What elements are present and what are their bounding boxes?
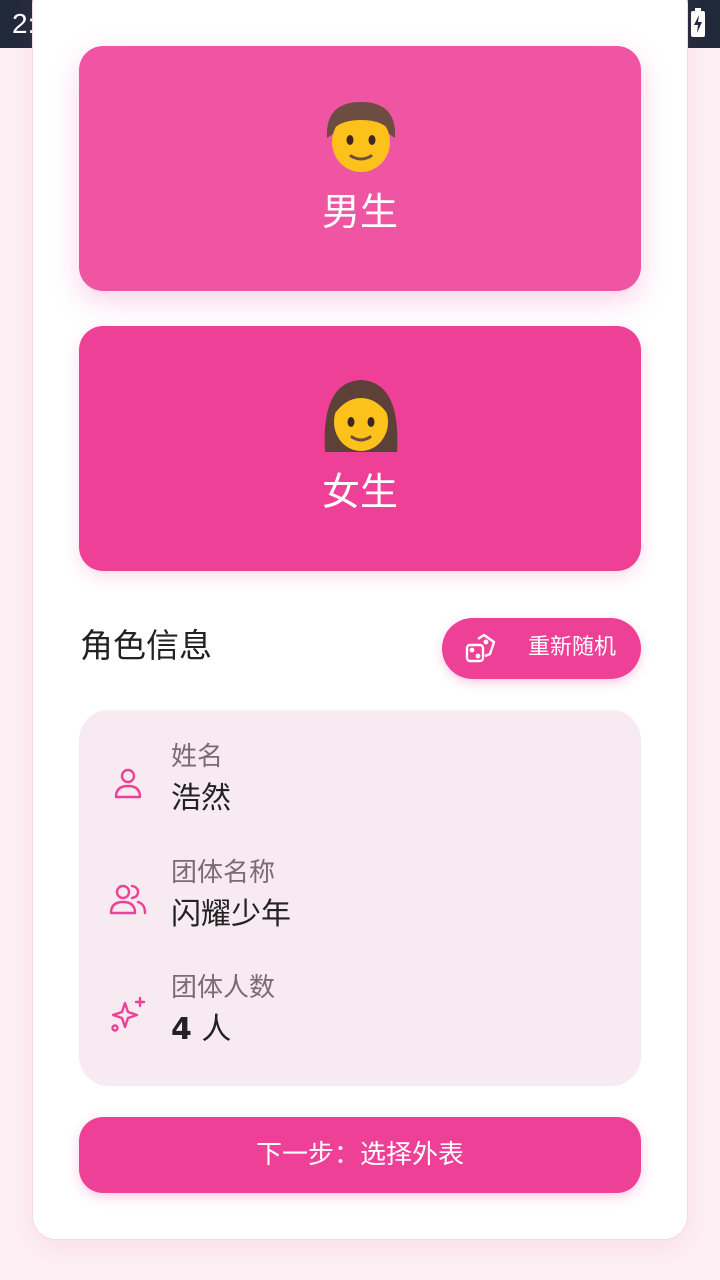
gender-label-female: 女生 — [321, 470, 398, 514]
info-label-name: 姓名 — [171, 742, 224, 772]
next-step-button[interactable]: 下一步：选择外表 — [79, 1117, 641, 1193]
girl-emoji-icon — [79, 374, 641, 454]
character-info-panel: 姓名 浩然 团体名称 闪耀少年 团体人数 4 人 — [79, 710, 641, 1086]
info-row-name: 姓名 浩然 — [79, 740, 641, 830]
info-label-group-name: 团体名称 — [171, 858, 276, 888]
battery-charging-icon — [690, 8, 706, 42]
sparkles-icon — [109, 995, 147, 1037]
reroll-button-label: 重新随机 — [528, 635, 617, 660]
reroll-button[interactable]: 重新随机 — [442, 618, 641, 679]
boy-emoji-icon — [79, 94, 641, 174]
group-size-unit: 人 — [201, 1012, 232, 1047]
group-size-number: 4 — [171, 1012, 192, 1047]
person-icon — [109, 764, 147, 806]
gender-label-male: 男生 — [321, 190, 398, 234]
group-icon — [109, 880, 147, 922]
gender-option-male[interactable]: 男生 — [79, 46, 641, 291]
info-label-group-size: 团体人数 — [171, 973, 276, 1003]
character-info-title: 角色信息 — [80, 626, 212, 665]
info-value-name: 浩然 — [171, 781, 231, 816]
info-row-group-size: 团体人数 4 人 — [79, 971, 641, 1061]
info-value-group-name: 闪耀少年 — [171, 897, 291, 932]
gender-option-female[interactable]: 女生 — [79, 326, 641, 571]
dice-icon — [464, 632, 498, 670]
info-value-group-size: 4 人 — [171, 1011, 231, 1049]
info-row-group-name: 团体名称 闪耀少年 — [79, 856, 641, 946]
